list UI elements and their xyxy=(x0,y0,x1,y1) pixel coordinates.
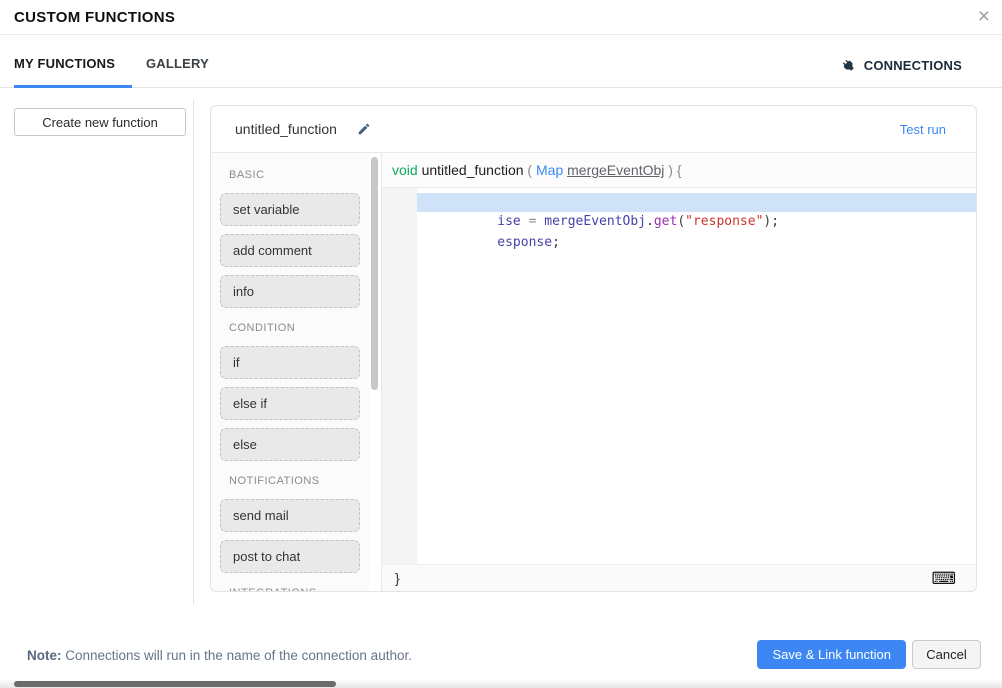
edit-pencil-icon[interactable] xyxy=(357,122,371,136)
section-label-notifications: NOTIFICATIONS xyxy=(229,475,369,487)
section-label-basic: BASIC xyxy=(229,169,369,181)
function-signature: void untitled_function ( Map mergeEventO… xyxy=(382,153,976,188)
section-label-condition: CONDITION xyxy=(229,322,369,334)
cancel-button[interactable]: Cancel xyxy=(912,640,981,669)
block-if[interactable]: if xyxy=(220,346,360,379)
sig-void-keyword: void xyxy=(392,162,422,178)
close-icon[interactable]: × xyxy=(978,5,990,29)
block-add-comment[interactable]: add comment xyxy=(220,234,360,267)
section-label-integrations: INTEGRATIONS xyxy=(229,587,369,591)
code-body[interactable]: ise = mergeEventObj.get("response"); esp… xyxy=(382,188,976,564)
function-editor-panel: untitled_function Test run BASIC set var… xyxy=(210,105,977,592)
test-run-link[interactable]: Test run xyxy=(900,122,946,137)
note-text: Connections will run in the name of the … xyxy=(62,648,412,663)
code-token: esponse xyxy=(497,235,552,250)
create-new-function-button[interactable]: Create new function xyxy=(14,108,186,136)
editor-gutter xyxy=(382,188,417,564)
code-line-selected[interactable]: ise = mergeEventObj.get("response"); xyxy=(417,193,976,212)
tab-my-functions[interactable]: MY FUNCTIONS xyxy=(14,56,115,71)
active-tab-underline xyxy=(14,85,132,88)
blocks-scrollbar xyxy=(369,153,381,591)
page-title: CUSTOM FUNCTIONS xyxy=(14,9,175,26)
deluge-blocks-sidebar: BASIC set variable add comment info COND… xyxy=(211,153,369,591)
block-post-to-chat[interactable]: post to chat xyxy=(220,540,360,573)
plug-icon xyxy=(841,58,856,73)
editor-footer: } ⌨ xyxy=(382,564,976,591)
tab-gallery[interactable]: GALLERY xyxy=(146,56,209,71)
horizontal-scrollbar-track xyxy=(0,679,1002,688)
panel-body: BASIC set variable add comment info COND… xyxy=(211,153,976,591)
blocks-scrollbar-thumb[interactable] xyxy=(371,157,378,390)
sig-param-type: Map xyxy=(536,162,567,178)
function-name: untitled_function xyxy=(235,121,337,137)
sig-param-name: mergeEventObj xyxy=(567,162,664,178)
block-else-if[interactable]: else if xyxy=(220,387,360,420)
footer-note: Note: Connections will run in the name o… xyxy=(27,648,412,663)
sig-open-paren: ( xyxy=(524,162,536,178)
connections-link[interactable]: CONNECTIONS xyxy=(841,58,962,73)
sig-function-name: untitled_function xyxy=(422,162,524,178)
tab-bar: MY FUNCTIONS GALLERY CONNECTIONS xyxy=(0,36,1002,88)
code-editor: void untitled_function ( Map mergeEventO… xyxy=(381,153,976,591)
block-info[interactable]: info xyxy=(220,275,360,308)
block-else[interactable]: else xyxy=(220,428,360,461)
code-line[interactable]: esponse; xyxy=(417,214,976,233)
save-link-function-button[interactable]: Save & Link function xyxy=(757,640,906,669)
vertical-divider xyxy=(193,100,194,605)
panel-header: untitled_function Test run xyxy=(211,106,976,153)
block-set-variable[interactable]: set variable xyxy=(220,193,360,226)
keyboard-shortcuts-icon[interactable]: ⌨ xyxy=(931,570,956,587)
dialog-header: CUSTOM FUNCTIONS × xyxy=(0,0,1002,35)
dialog-footer: Note: Connections will run in the name o… xyxy=(0,632,1002,688)
code-token: ; xyxy=(552,235,560,250)
note-label: Note: xyxy=(27,648,62,663)
closing-brace: } xyxy=(395,570,400,586)
sig-close-paren: ) { xyxy=(664,162,681,178)
connections-label: CONNECTIONS xyxy=(864,58,962,73)
block-send-mail[interactable]: send mail xyxy=(220,499,360,532)
horizontal-scrollbar-thumb[interactable] xyxy=(14,681,336,687)
